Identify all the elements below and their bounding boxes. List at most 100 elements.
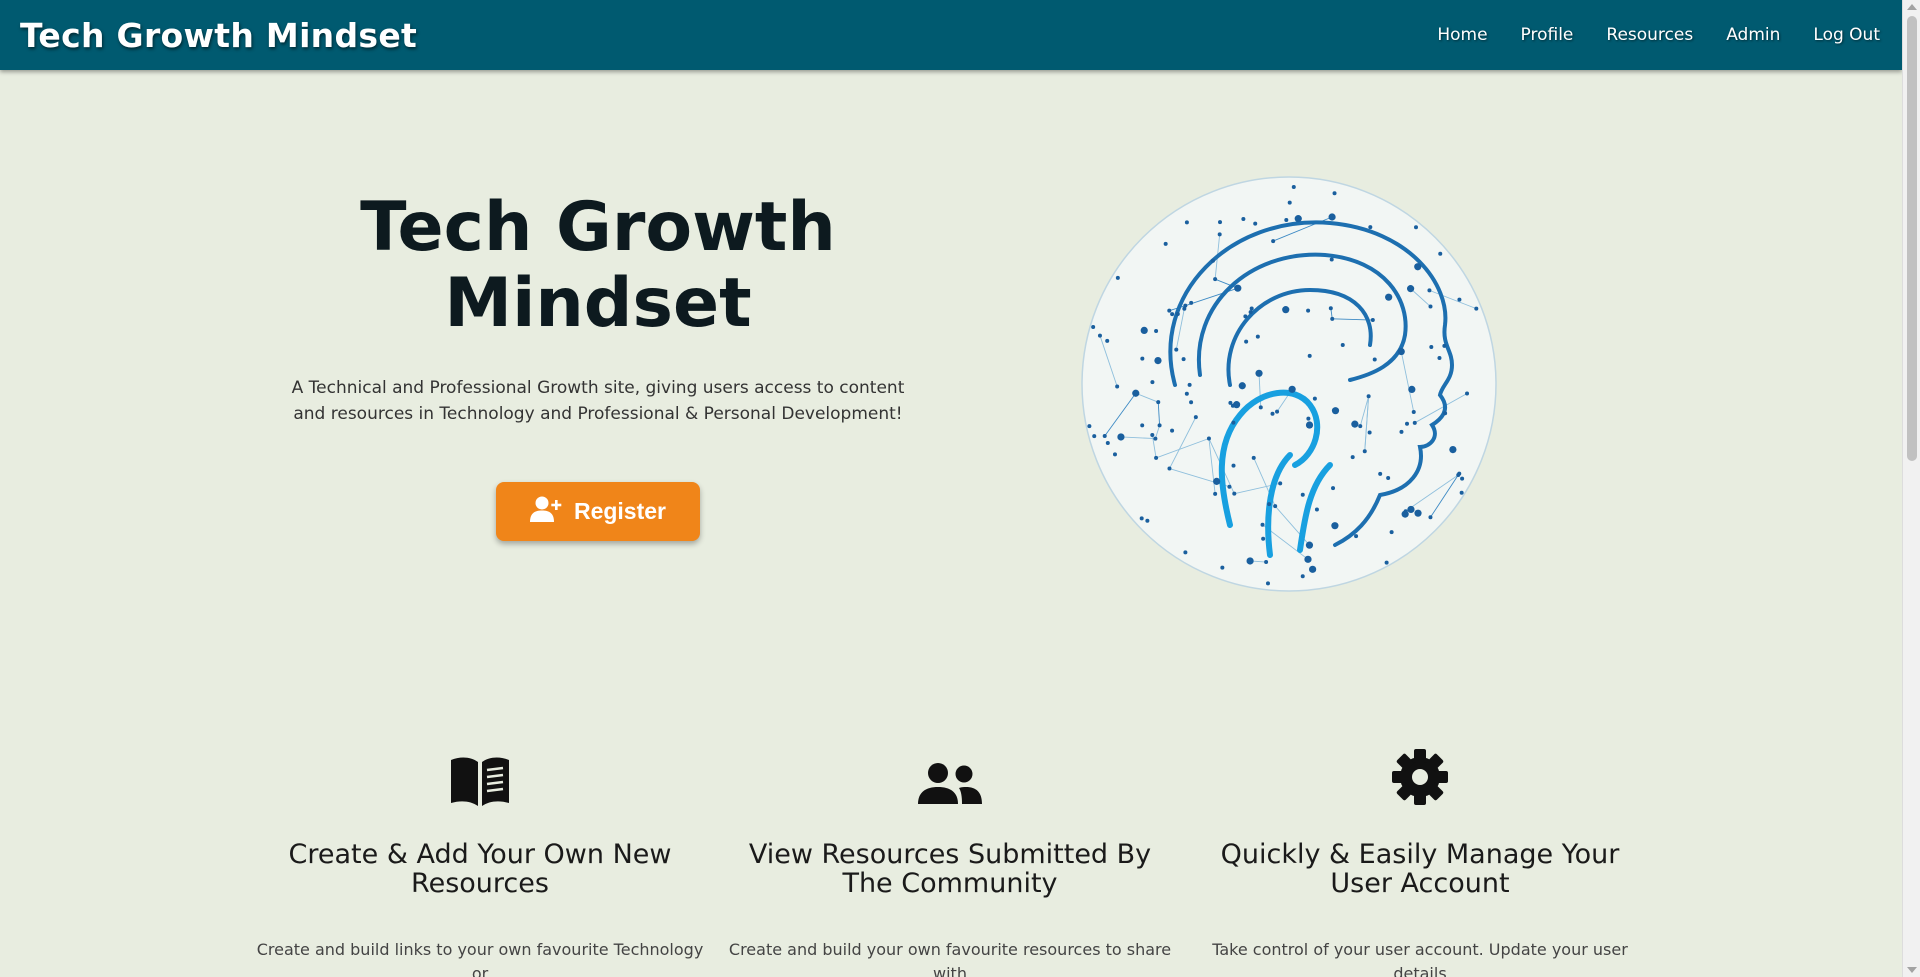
- network-node: [1449, 445, 1457, 454]
- network-node: [1428, 515, 1433, 520]
- network-node: [1287, 200, 1292, 205]
- network-node: [1412, 420, 1417, 425]
- network-node: [1167, 308, 1172, 313]
- network-node: [1284, 217, 1289, 222]
- network-node: [1112, 452, 1117, 457]
- network-node: [1183, 550, 1188, 555]
- hero-title: Tech Growth Mindset: [360, 188, 836, 343]
- network-node: [1217, 232, 1222, 237]
- network-node: [1300, 492, 1305, 497]
- network-node: [1384, 560, 1389, 565]
- feature-title: View Resources Submitted By The Communit…: [748, 839, 1152, 899]
- network-node: [1170, 312, 1175, 317]
- network-node: [1218, 220, 1223, 225]
- network-node: [1241, 216, 1246, 221]
- network-node: [1378, 471, 1383, 476]
- feature-text: Create and build your own favourite reso…: [728, 940, 1172, 977]
- network-node: [1408, 385, 1416, 394]
- feature-create-resources: Create & Add Your Own New Resources Crea…: [255, 740, 705, 977]
- network-node: [1184, 220, 1189, 225]
- network-node: [1153, 436, 1158, 441]
- scroll-up-icon[interactable]: [1907, 4, 1917, 10]
- network-node: [1189, 400, 1194, 405]
- gear-icon: [1391, 748, 1449, 810]
- network-node: [1265, 581, 1270, 586]
- network-node: [1087, 424, 1092, 429]
- network-node: [1459, 490, 1464, 495]
- feature-manage-account: Quickly & Easily Manage Your User Accoun…: [1195, 740, 1645, 977]
- network-node: [1354, 534, 1359, 539]
- network-node: [1367, 430, 1372, 435]
- network-node: [1330, 316, 1335, 321]
- network-node: [1230, 403, 1235, 408]
- network-node: [1366, 394, 1371, 399]
- network-node: [1105, 440, 1110, 445]
- network-node: [1181, 357, 1186, 362]
- network-node: [1091, 324, 1096, 329]
- network-node: [1329, 257, 1334, 262]
- network-node: [1312, 396, 1317, 401]
- network-node: [1150, 380, 1155, 385]
- network-node: [1428, 304, 1433, 309]
- network-node: [1175, 311, 1180, 316]
- network-node: [1234, 284, 1242, 292]
- nav-link-profile[interactable]: Profile: [1521, 25, 1574, 45]
- register-button[interactable]: Register: [496, 482, 700, 541]
- network-node: [1145, 518, 1150, 523]
- network-node: [1304, 555, 1312, 563]
- nav-link-admin[interactable]: Admin: [1726, 25, 1780, 45]
- network-node: [1231, 463, 1236, 468]
- network-node: [1305, 541, 1314, 549]
- network-node: [1306, 308, 1311, 313]
- network-node: [1331, 522, 1339, 530]
- feature-title: Quickly & Easily Manage Your User Accoun…: [1220, 839, 1620, 899]
- network-node: [1271, 239, 1276, 244]
- network-node: [1282, 306, 1290, 314]
- network-node: [1182, 306, 1187, 311]
- network-node: [1314, 507, 1319, 512]
- network-node: [1300, 574, 1305, 579]
- brand-logo[interactable]: Tech Growth Mindset: [20, 16, 417, 55]
- nav-link-resources[interactable]: Resources: [1606, 25, 1693, 45]
- network-node: [1154, 328, 1159, 333]
- network-node: [1372, 357, 1377, 362]
- network-node: [1157, 423, 1162, 428]
- network-node: [1332, 191, 1337, 196]
- network-node: [1442, 343, 1447, 348]
- network-node: [1154, 455, 1159, 460]
- network-node: [1231, 420, 1236, 425]
- page-scrollbar[interactable]: [1902, 0, 1920, 977]
- network-node: [1115, 275, 1120, 280]
- network-node: [1405, 421, 1410, 426]
- network-node: [1174, 347, 1179, 352]
- network-node: [1261, 536, 1266, 541]
- nav-link-logout[interactable]: Log Out: [1813, 25, 1880, 45]
- network-node: [1370, 318, 1375, 323]
- network-node: [1248, 310, 1253, 315]
- network-node: [1403, 509, 1408, 514]
- network-node: [1220, 565, 1225, 570]
- network-node: [1255, 334, 1260, 339]
- network-node: [1184, 391, 1189, 396]
- network-node: [1443, 411, 1448, 416]
- feature-text: Take control of your user account. Updat…: [1212, 940, 1628, 977]
- network-node: [1170, 428, 1175, 433]
- nav-link-home[interactable]: Home: [1437, 25, 1487, 45]
- network-node: [1291, 184, 1296, 189]
- network-node: [1331, 407, 1340, 415]
- scroll-thumb[interactable]: [1907, 16, 1917, 461]
- network-node: [1163, 241, 1168, 246]
- network-node: [1457, 471, 1462, 476]
- network-node: [1278, 481, 1283, 486]
- network-node: [1270, 411, 1275, 416]
- network-node: [1246, 557, 1254, 565]
- hero-description: A Technical and Professional Growth site…: [291, 378, 905, 424]
- network-node: [1438, 251, 1443, 256]
- network-node: [1238, 382, 1246, 390]
- users-icon: [918, 762, 982, 810]
- scroll-down-icon[interactable]: [1907, 967, 1917, 973]
- network-node: [1407, 505, 1415, 514]
- network-node: [1193, 415, 1198, 420]
- network-node: [1340, 343, 1345, 348]
- network-node: [1249, 306, 1254, 311]
